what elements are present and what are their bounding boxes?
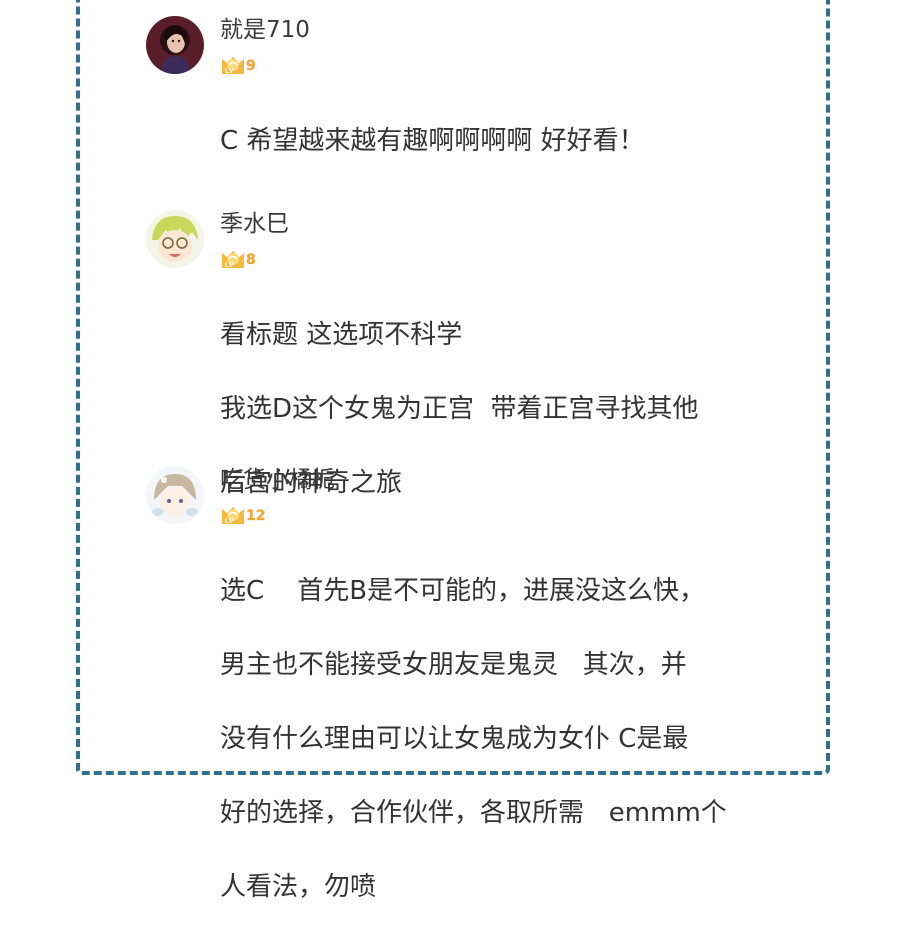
level-badge: LV 12	[220, 504, 780, 525]
comment-text-line: 人看法，勿喷	[220, 872, 377, 902]
level-number: 8	[246, 252, 256, 268]
svg-text:LV: LV	[225, 518, 234, 524]
avatar[interactable]	[146, 16, 204, 74]
comment-text-line: 没有什么理由可以让女鬼成为女仆 C是最	[220, 724, 689, 754]
level-badge: LV 9	[220, 54, 780, 75]
level-cat-icon: LV	[220, 504, 246, 525]
avatar[interactable]	[146, 466, 204, 524]
avatar[interactable]	[146, 210, 204, 268]
comment-text-line: 选C 首先B是不可能的，进展没这么快，	[220, 576, 706, 606]
svg-text:LV: LV	[225, 68, 234, 74]
svg-text:LV: LV	[225, 262, 234, 268]
comment-text-line: 我选D这个女鬼为正宫 带着正宫寻找其他	[220, 394, 699, 424]
comment-text-line: 好的选择，合作伙伴，各取所需 emmm个	[220, 798, 727, 828]
level-cat-icon: LV	[220, 54, 246, 75]
comment-text-line: 男主也不能接受女朋友是鬼灵 其次，并	[220, 650, 687, 680]
level-badge: LV 8	[220, 248, 780, 269]
comment-text: C 希望越来越有趣啊啊啊啊 好好看！	[220, 86, 780, 197]
comment-text-line: 看标题 这选项不科学	[220, 320, 463, 350]
level-number: 9	[246, 58, 256, 74]
comment-text: 选C 首先B是不可能的，进展没这么快， 男主也不能接受女朋友是鬼灵 其次，并 没…	[220, 536, 780, 943]
username[interactable]: 就是710	[220, 16, 780, 44]
level-number: 12	[246, 508, 266, 524]
comment-text-line: C 希望越来越有趣啊啊啊啊 好好看！	[220, 126, 645, 156]
username[interactable]: 季水巳	[220, 210, 780, 238]
level-cat-icon: LV	[220, 248, 246, 269]
username[interactable]: 吃货小橘栀	[220, 466, 780, 494]
